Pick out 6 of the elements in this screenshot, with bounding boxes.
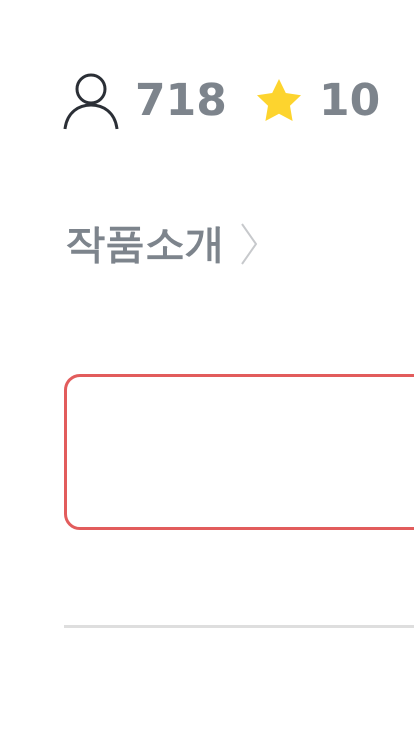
star-icon bbox=[255, 78, 303, 124]
rating-value: 10 bbox=[319, 79, 380, 123]
chevron-right-icon bbox=[239, 222, 259, 266]
section-link[interactable]: 작품소개 bbox=[0, 222, 259, 266]
views-count: 718 bbox=[135, 79, 228, 123]
person-icon bbox=[63, 72, 119, 130]
